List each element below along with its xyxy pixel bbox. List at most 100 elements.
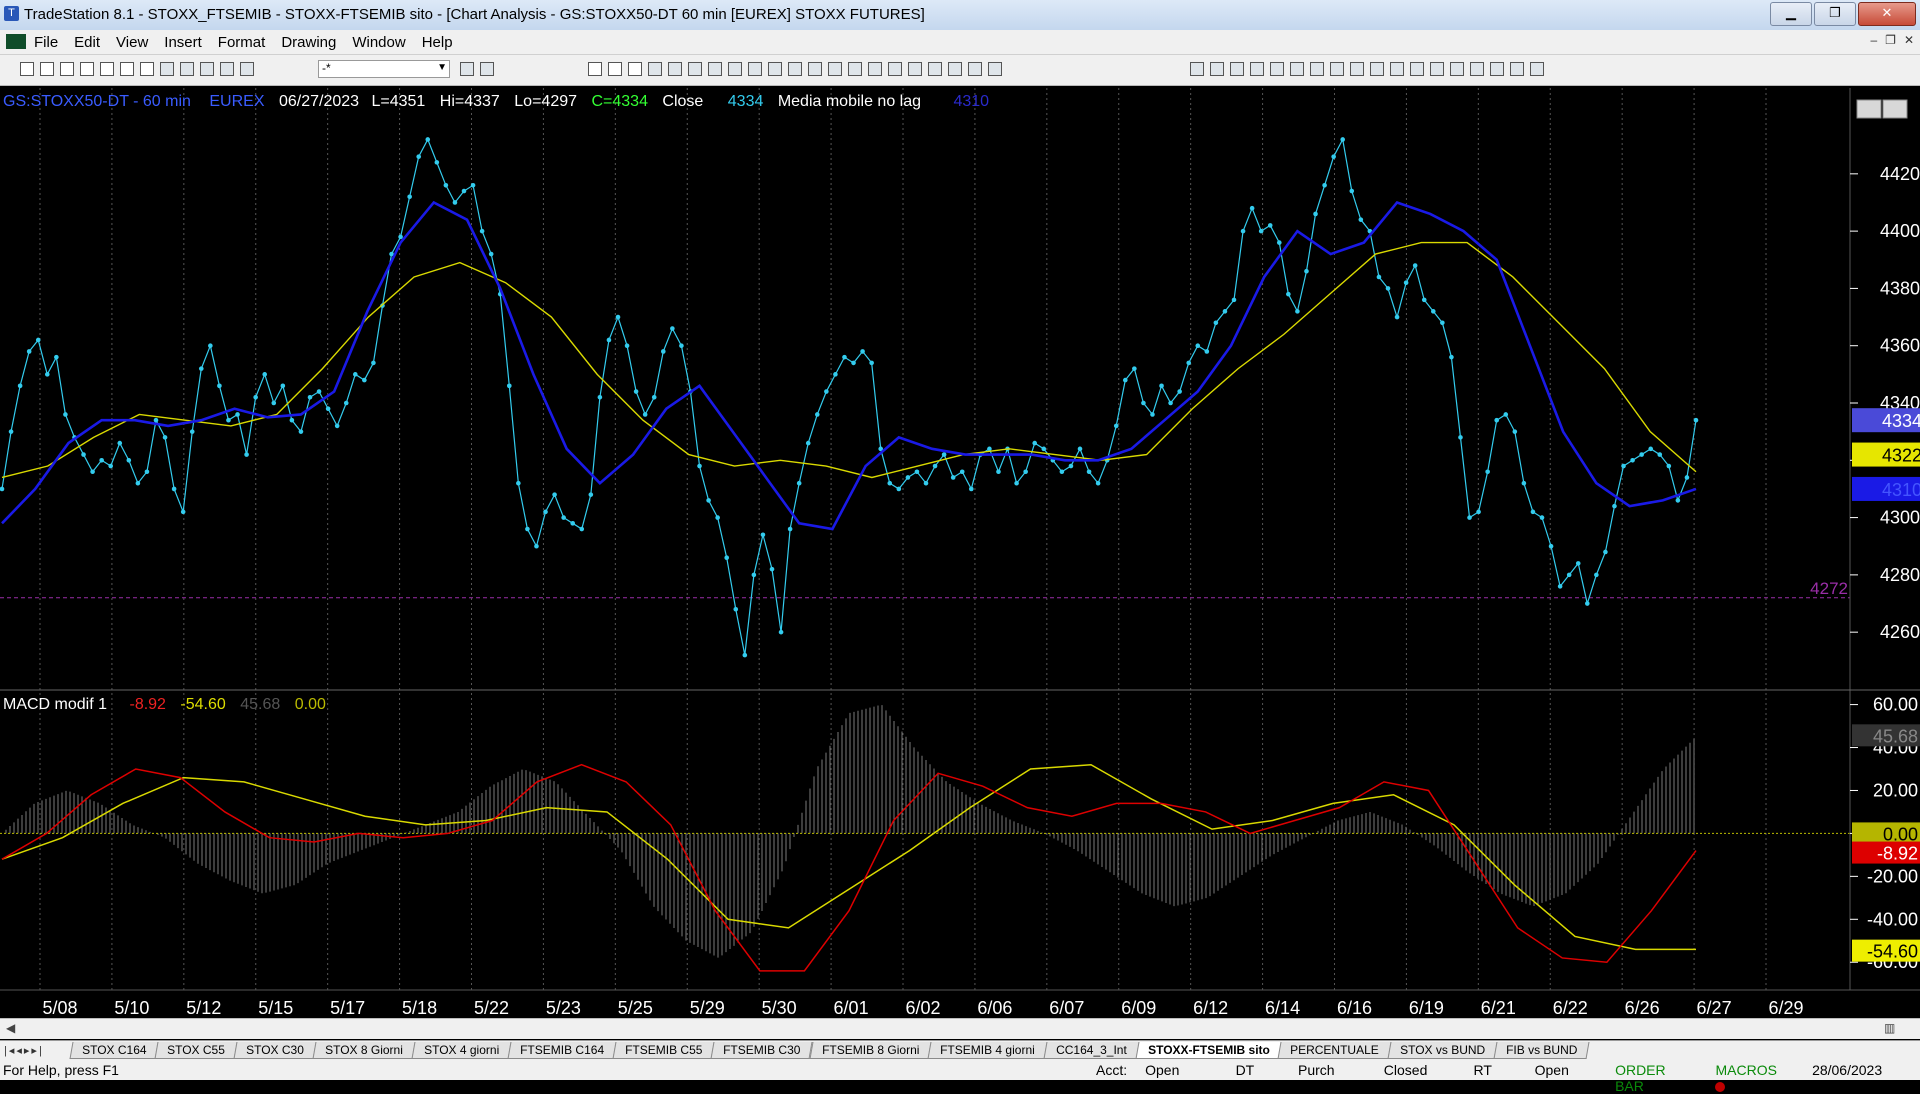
parallel-lines-icon[interactable] xyxy=(1370,62,1384,76)
new-file-icon[interactable] xyxy=(20,62,34,76)
radar-icon[interactable] xyxy=(748,62,762,76)
horizontal-lines-icon[interactable] xyxy=(1230,62,1244,76)
horizontal-scrollbar[interactable]: ◀ ▥ xyxy=(0,1018,1920,1039)
histogram-icon[interactable] xyxy=(808,62,822,76)
menu-file[interactable]: File xyxy=(34,34,58,51)
open-workspace-icon[interactable] xyxy=(60,62,74,76)
new-workspace-icon[interactable] xyxy=(80,62,94,76)
pencil-icon[interactable] xyxy=(1410,62,1424,76)
menu-drawing[interactable]: Drawing xyxy=(281,34,336,51)
menu-format[interactable]: Format xyxy=(218,34,266,51)
chart-area[interactable]: 4272 42604280430043204340436043804400442… xyxy=(0,88,1920,1018)
symbol-lookup-icon[interactable] xyxy=(480,62,494,76)
chart-svg[interactable]: 4272 42604280430043204340436043804400442… xyxy=(0,88,1920,1018)
menu-insert[interactable]: Insert xyxy=(164,34,202,51)
menu-edit[interactable]: Edit xyxy=(74,34,100,51)
refresh-icon[interactable] xyxy=(668,62,682,76)
tab-14[interactable]: FIB vs BUND xyxy=(1493,1042,1591,1059)
horizontal-arrow-icon[interactable] xyxy=(1350,62,1364,76)
mdi-restore-button[interactable]: ❐ xyxy=(1885,33,1896,47)
macros-button[interactable]: MACROS xyxy=(1715,1062,1794,1094)
pane-minimize-button[interactable] xyxy=(1856,99,1882,119)
copy-icon[interactable] xyxy=(160,62,174,76)
print-icon[interactable] xyxy=(140,62,154,76)
scroll-thumb-icon[interactable]: ▥ xyxy=(1884,1021,1895,1035)
strategy-icon[interactable] xyxy=(988,62,1002,76)
tab-0[interactable]: STOX C164 xyxy=(69,1042,159,1059)
workspace-icon[interactable] xyxy=(728,62,742,76)
tab-8[interactable]: FTSEMIB 8 Giorni xyxy=(809,1042,932,1059)
arrow-down-icon[interactable] xyxy=(1450,62,1464,76)
mdi-close-button[interactable]: ✕ xyxy=(1904,33,1914,47)
format-window-icon[interactable] xyxy=(608,62,622,76)
tab-4[interactable]: STOX 4 giorni xyxy=(411,1042,512,1059)
ellipse-icon[interactable] xyxy=(1490,62,1504,76)
restore-button[interactable]: ❐ xyxy=(1814,2,1856,26)
tools-icon[interactable] xyxy=(948,62,962,76)
indicator-icon[interactable] xyxy=(968,62,982,76)
tab-7[interactable]: FTSEMIB C30 xyxy=(710,1042,814,1059)
price-point xyxy=(90,469,95,475)
scroll-left-arrow-icon[interactable]: ◀ xyxy=(6,1021,15,1035)
arrow-up-icon[interactable] xyxy=(1470,62,1484,76)
save-icon[interactable] xyxy=(100,62,114,76)
tab-11[interactable]: STOXX-FTSEMIB sito xyxy=(1135,1042,1282,1059)
pointer-icon[interactable] xyxy=(908,62,922,76)
scroll-right-icon[interactable] xyxy=(848,62,862,76)
play-arrow-icon[interactable] xyxy=(460,62,474,76)
tab-5[interactable]: FTSEMIB C164 xyxy=(507,1042,617,1059)
data-window-icon[interactable] xyxy=(708,62,722,76)
regression-icon[interactable] xyxy=(1330,62,1344,76)
brush-icon[interactable] xyxy=(220,62,234,76)
arc-icon[interactable] xyxy=(1390,62,1404,76)
tab-13[interactable]: STOX vs BUND xyxy=(1387,1042,1498,1059)
candle-chart-icon[interactable] xyxy=(788,62,802,76)
speedlines-icon[interactable] xyxy=(1250,62,1264,76)
menu-view[interactable]: View xyxy=(116,34,148,51)
rectangle-icon[interactable] xyxy=(1510,62,1524,76)
scroll-left-icon[interactable] xyxy=(828,62,842,76)
close-button[interactable]: ✕ xyxy=(1858,2,1916,26)
open-file-icon[interactable] xyxy=(40,62,54,76)
menu-help[interactable]: Help xyxy=(422,34,453,51)
tab-6[interactable]: FTSEMIB C55 xyxy=(612,1042,715,1059)
bar-chart-icon[interactable] xyxy=(768,62,782,76)
mdi-minimize-button[interactable]: – xyxy=(1870,33,1877,47)
order-bar-button[interactable]: ORDER BAR xyxy=(1615,1062,1697,1094)
vertical-lines-icon[interactable] xyxy=(1310,62,1324,76)
zoom-in-icon[interactable] xyxy=(868,62,882,76)
zoom-chart-icon[interactable] xyxy=(648,62,662,76)
pane-restore-button[interactable] xyxy=(1882,99,1908,119)
paste-icon[interactable] xyxy=(180,62,194,76)
menu-window[interactable]: Window xyxy=(352,34,405,51)
text-icon[interactable] xyxy=(1530,62,1544,76)
tab-2[interactable]: STOX C30 xyxy=(233,1042,317,1059)
macd-value-3: 45.68 xyxy=(240,696,280,713)
minimize-button[interactable]: ▁ xyxy=(1770,2,1812,26)
tab-12[interactable]: PERCENTUALE xyxy=(1277,1042,1392,1059)
trendline-icon[interactable] xyxy=(1190,62,1204,76)
price-point xyxy=(362,377,367,383)
symbol-input[interactable]: -* ▼ xyxy=(318,60,450,78)
tab-9[interactable]: FTSEMIB 4 giorni xyxy=(927,1042,1048,1059)
tab-10[interactable]: CC164_3_Int xyxy=(1043,1042,1140,1059)
grid-icon[interactable] xyxy=(628,62,642,76)
gann-fan-icon[interactable] xyxy=(1270,62,1284,76)
zoom-out-icon[interactable] xyxy=(888,62,902,76)
link-icon[interactable] xyxy=(688,62,702,76)
lock-icon[interactable] xyxy=(200,62,214,76)
price-point xyxy=(651,394,657,400)
chart-type-icon[interactable] xyxy=(588,62,602,76)
price-point xyxy=(1648,446,1654,452)
tab-1[interactable]: STOX C55 xyxy=(154,1042,238,1059)
crosshair-icon[interactable] xyxy=(928,62,942,76)
price-point xyxy=(434,160,440,165)
globe-icon[interactable] xyxy=(240,62,254,76)
fibonacci-icon[interactable] xyxy=(1210,62,1224,76)
tab-nav-arrows-icon[interactable]: |◂◂▸▸| xyxy=(4,1044,44,1057)
print-preview-icon[interactable] xyxy=(120,62,134,76)
dropdown-arrow-icon[interactable]: ▼ xyxy=(437,62,447,73)
tab-3[interactable]: STOX 8 Giorni xyxy=(312,1042,416,1059)
curve-icon[interactable] xyxy=(1430,62,1444,76)
channel-icon[interactable] xyxy=(1290,62,1304,76)
